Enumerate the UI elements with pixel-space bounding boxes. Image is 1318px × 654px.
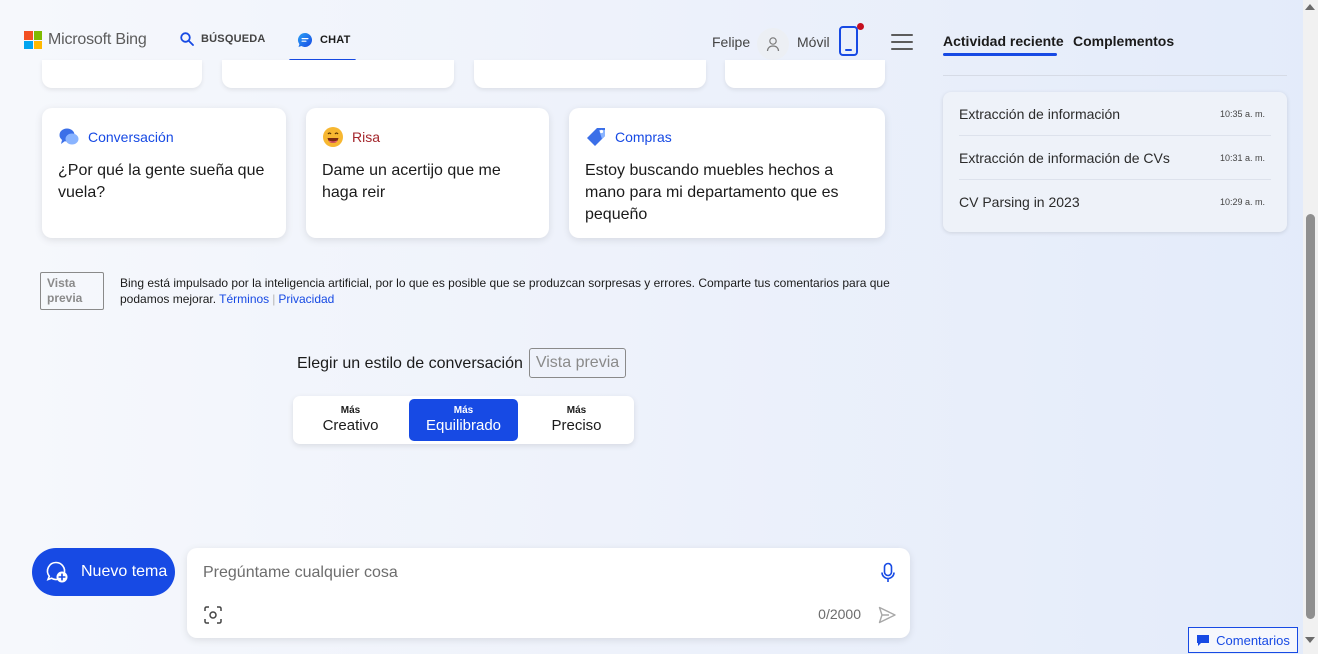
tab-recent-activity[interactable]: Actividad reciente (943, 33, 1064, 49)
recent-item-title: Extracción de información de CVs (959, 149, 1170, 166)
style-option-creative[interactable]: Más Creativo (296, 399, 405, 441)
visual-search-icon[interactable] (204, 606, 222, 624)
character-counter: 0/2000 (818, 606, 861, 622)
new-topic-button[interactable]: Nuevo tema (32, 548, 175, 596)
disclaimer-text: Bing está impulsado por la inteligencia … (120, 276, 890, 306)
mobile-label[interactable]: Móvil (797, 34, 830, 50)
recent-item-title: Extracción de información (959, 105, 1121, 122)
style-preview-badge: Vista previa (529, 348, 626, 378)
suggestion-card-laugh[interactable]: Risa Dame un acertijo que me haga reir (306, 108, 549, 238)
divider (943, 75, 1287, 76)
laughing-face-icon (323, 127, 343, 147)
recent-item-time: 10:31 a. m. (1219, 152, 1265, 163)
suggestion-card-partial[interactable] (42, 60, 202, 88)
style-option-prefix: Más (453, 405, 474, 416)
terms-link[interactable]: Términos (219, 292, 269, 306)
tab-search-label: BÚSQUEDA (201, 33, 266, 45)
notification-dot (857, 23, 864, 30)
recent-item-time: 10:35 a. m. (1219, 108, 1265, 119)
avatar[interactable] (757, 28, 789, 60)
scroll-down-arrow-icon[interactable] (1305, 637, 1315, 643)
scrollbar-thumb[interactable] (1306, 214, 1315, 619)
recent-activity-list: Extracción de información 10:35 a. m. Ex… (943, 92, 1287, 232)
send-icon[interactable] (878, 606, 896, 624)
mobile-phone-icon[interactable] (839, 26, 858, 56)
recent-item[interactable]: CV Parsing in 2023 10:29 a. m. (959, 180, 1271, 224)
card-prompt: Dame un acertijo que me haga reir (322, 162, 501, 201)
tab-chat-label: CHAT (320, 34, 351, 46)
menu-icon[interactable] (891, 34, 913, 50)
privacy-link[interactable]: Privacidad (278, 292, 334, 306)
microphone-icon[interactable] (880, 562, 896, 584)
logo-text: Microsoft Bing (48, 31, 147, 48)
card-category: Risa (352, 129, 381, 145)
chat-input[interactable] (203, 562, 843, 584)
chat-composer: 0/2000 (187, 548, 910, 638)
style-option-label: Creativo (322, 417, 379, 434)
card-category: Conversación (88, 129, 174, 145)
chat-icon (298, 32, 313, 47)
scroll-up-arrow-icon[interactable] (1305, 4, 1315, 10)
search-icon (180, 32, 194, 46)
recent-item[interactable]: Extracción de información 10:35 a. m. (959, 92, 1271, 136)
suggestion-card-partial[interactable] (725, 60, 885, 88)
style-option-precise[interactable]: Más Preciso (522, 399, 631, 441)
suggestion-card-partial[interactable] (222, 60, 454, 88)
price-tag-icon (587, 128, 605, 146)
feedback-label: Comentarios (1216, 632, 1290, 648)
recent-item-title: CV Parsing in 2023 (959, 194, 1080, 210)
tab-plugins[interactable]: Complementos (1073, 33, 1174, 49)
feedback-icon (1197, 634, 1210, 646)
new-topic-label: Nuevo tema (81, 563, 168, 580)
card-prompt: ¿Por qué la gente sueña que vuela? (58, 162, 265, 201)
speech-bubbles-icon (59, 128, 79, 145)
card-category: Compras (615, 129, 672, 145)
suggestion-card-shopping[interactable]: Compras Estoy buscando muebles hechos a … (569, 108, 885, 238)
preview-badge: Vista previa (40, 272, 104, 310)
style-option-label: Equilibrado (425, 417, 502, 434)
feedback-button[interactable]: Comentarios (1188, 627, 1298, 653)
tab-chat[interactable]: CHAT (297, 32, 351, 48)
style-option-prefix: Más (340, 405, 361, 416)
user-icon (766, 37, 780, 52)
style-option-prefix: Más (566, 405, 587, 416)
card-prompt: Estoy buscando muebles hechos a mano par… (585, 162, 839, 223)
new-topic-icon (46, 561, 68, 583)
tab-search[interactable]: BÚSQUEDA (180, 32, 266, 46)
style-option-label: Preciso (551, 417, 602, 434)
microsoft-logo-icon (24, 31, 42, 49)
recent-item[interactable]: Extracción de información de CVs 10:31 a… (959, 136, 1271, 180)
style-option-balanced[interactable]: Más Equilibrado (409, 399, 518, 441)
conversation-style-selector: Más Creativo Más Equilibrado Más Preciso (293, 396, 634, 444)
tab-recent-underline (943, 53, 1057, 56)
suggestion-card-conversation[interactable]: Conversación ¿Por qué la gente sueña que… (42, 108, 286, 238)
style-title: Elegir un estilo de conversación (297, 355, 523, 372)
suggestion-card-partial[interactable] (474, 60, 706, 88)
recent-item-time: 10:29 a. m. (1219, 197, 1265, 207)
user-name[interactable]: Felipe (712, 34, 750, 50)
bing-logo[interactable]: Microsoft Bing (24, 31, 147, 49)
